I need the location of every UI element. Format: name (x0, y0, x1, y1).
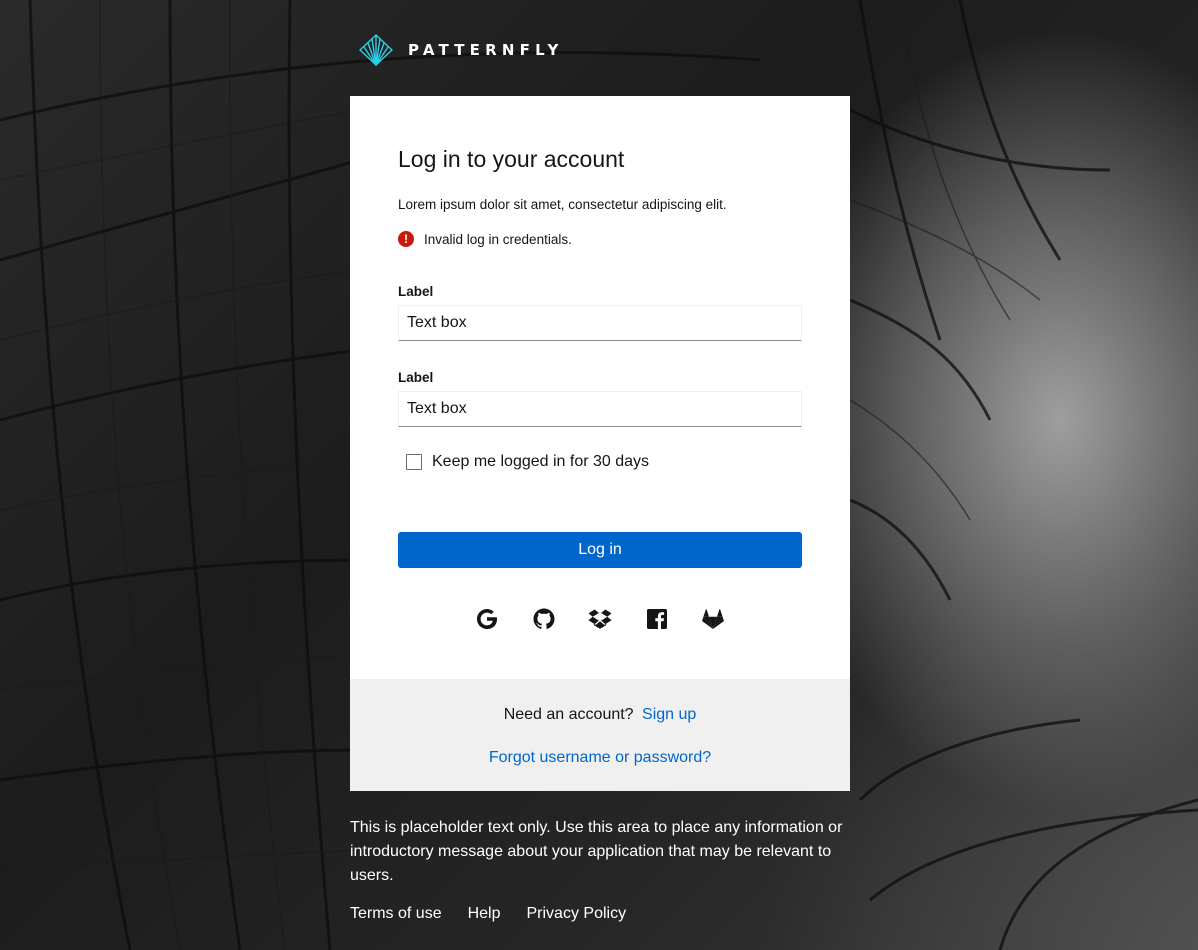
remember-me-label[interactable]: Keep me logged in for 30 days (432, 453, 649, 471)
remember-me[interactable]: Keep me logged in for 30 days (406, 453, 649, 471)
footer-links: Terms of use Help Privacy Policy (350, 905, 652, 923)
username-field[interactable] (398, 305, 802, 341)
google-icon[interactable] (474, 606, 500, 632)
need-account-text: Need an account? (503, 706, 634, 723)
forgot-row: Forgot username or password? (350, 749, 850, 767)
dropbox-icon[interactable] (587, 606, 613, 632)
terms-of-use-link[interactable]: Terms of use (350, 905, 442, 923)
github-icon[interactable] (531, 606, 557, 632)
privacy-policy-link[interactable]: Privacy Policy (527, 905, 627, 923)
error-message: ! Invalid log in credentials. (398, 231, 572, 247)
password-label: Label (398, 370, 434, 385)
facebook-icon[interactable] (644, 606, 670, 632)
password-field[interactable] (398, 391, 802, 427)
page-subtitle: Lorem ipsum dolor sit amet, consectetur … (398, 197, 727, 212)
brand-logo: PATTERNFLY (358, 33, 564, 67)
log-in-button[interactable]: Log in (398, 532, 802, 568)
sign-up-link[interactable]: Sign up (642, 706, 696, 723)
exclamation-circle-icon: ! (398, 231, 414, 247)
gitlab-icon[interactable] (700, 606, 726, 632)
username-label: Label (398, 284, 434, 299)
brand-name: PATTERNFLY (408, 41, 564, 59)
error-text: Invalid log in credentials. (424, 231, 572, 247)
login-card: Log in to your account Lorem ipsum dolor… (350, 96, 850, 791)
help-link[interactable]: Help (468, 905, 501, 923)
login-card-footer: Need an account? Sign up Forgot username… (350, 679, 850, 791)
forgot-credentials-link[interactable]: Forgot username or password? (489, 749, 711, 766)
page-title: Log in to your account (398, 146, 625, 172)
patternfly-logo-icon (359, 34, 393, 66)
social-login-links (474, 606, 726, 632)
info-text: This is placeholder text only. Use this … (350, 819, 843, 884)
remember-me-checkbox[interactable] (406, 454, 422, 470)
signup-row: Need an account? Sign up (350, 706, 850, 724)
